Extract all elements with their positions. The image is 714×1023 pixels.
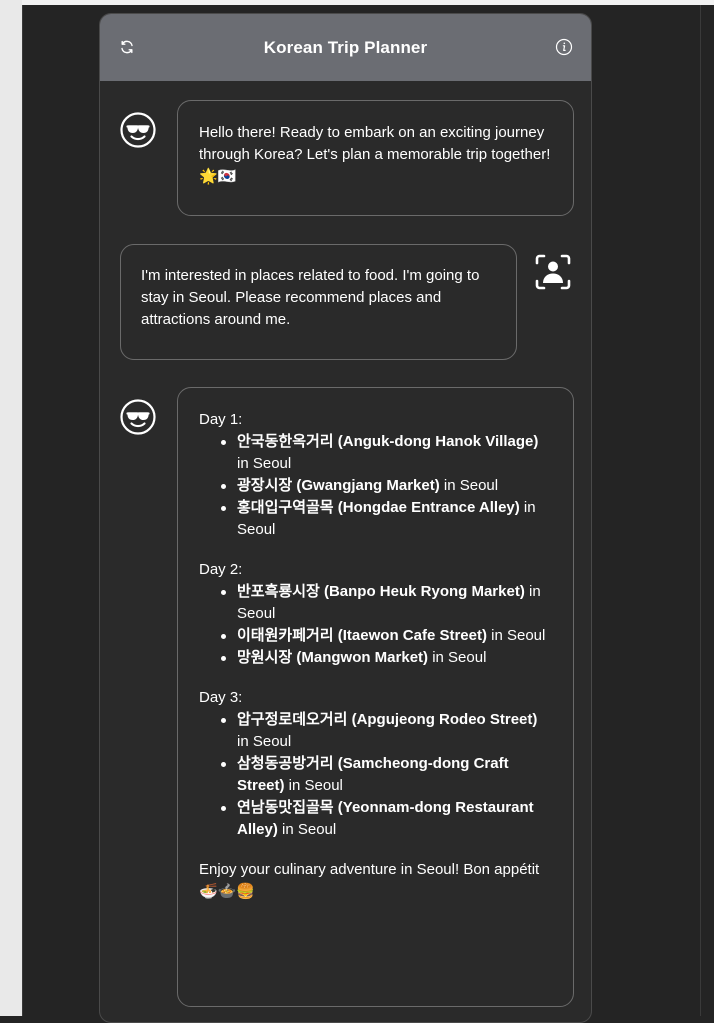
day-block-3: Day 3: 압구정로데오거리 (Apgujeong Rodeo Street)… (199, 687, 553, 841)
place-name: 홍대입구역골목 (Hongdae Entrance Alley) (237, 499, 520, 516)
place-name: 망원시장 (Mangwon Market) (237, 649, 429, 666)
list-item: 광장시장 (Gwangjang Market) in Seoul (221, 475, 553, 497)
info-button[interactable] (552, 35, 576, 59)
place-list: 압구정로데오거리 (Apgujeong Rodeo Street) in Seo… (199, 709, 553, 841)
list-item: 압구정로데오거리 (Apgujeong Rodeo Street) in Seo… (221, 709, 553, 753)
place-location: in Seoul (237, 733, 292, 750)
place-name: 이태원카페거리 (Itaewon Cafe Street) (237, 627, 487, 644)
panel-divider-left (22, 5, 23, 1016)
closing-message: Enjoy your culinary adventure in Seoul! … (199, 861, 540, 900)
chat-header: Korean Trip Planner (100, 14, 591, 81)
user-avatar (533, 252, 573, 292)
day-title: Day 3: (199, 689, 243, 706)
place-location: in Seoul (284, 777, 343, 794)
place-name: 안국동한옥거리 (Anguk-dong Hanok Village) (237, 433, 539, 450)
user-message-bubble: I'm interested in places related to food… (120, 244, 517, 360)
window-left-edge (0, 0, 22, 1016)
list-item: 이태원카페거리 (Itaewon Cafe Street) in Seoul (221, 625, 553, 647)
place-list: 안국동한옥거리 (Anguk-dong Hanok Village) in Se… (199, 431, 553, 541)
day-block-1: Day 1: 안국동한옥거리 (Anguk-dong Hanok Village… (199, 409, 553, 541)
place-name: 압구정로데오거리 (Apgujeong Rodeo Street) (237, 711, 538, 728)
assistant-avatar (118, 397, 158, 437)
message-text: I'm interested in places related to food… (141, 267, 480, 328)
message-text: Hello there! Ready to embark on an excit… (199, 124, 551, 185)
place-location: in Seoul (277, 821, 337, 838)
place-location: in Seoul (486, 627, 546, 644)
list-item: 삼청동공방거리 (Samcheong-dong Craft Street) in… (221, 753, 553, 797)
place-list: 반포흑룡시장 (Banpo Heuk Ryong Market) in Seou… (199, 581, 553, 669)
sunglasses-face-icon (120, 112, 156, 148)
assistant-message-bubble: Hello there! Ready to embark on an excit… (177, 100, 574, 216)
place-location: in Seoul (237, 455, 292, 472)
list-item: 망원시장 (Mangwon Market) in Seoul (221, 647, 553, 669)
panel-divider-right (700, 5, 701, 1016)
place-location: in Seoul (428, 649, 487, 666)
list-item: 반포흑룡시장 (Banpo Heuk Ryong Market) in Seou… (221, 581, 553, 625)
info-icon (555, 38, 573, 56)
chat-window: Korean Trip Planner Hello there! Ready t… (99, 13, 592, 1023)
chat-title: Korean Trip Planner (263, 37, 428, 57)
user-scan-icon (535, 254, 571, 290)
list-item: 홍대입구역골목 (Hongdae Entrance Alley) in Seou… (221, 497, 553, 541)
day-title: Day 1: (199, 411, 243, 428)
refresh-icon (121, 40, 133, 54)
place-name: 광장시장 (Gwangjang Market) (237, 477, 440, 494)
assistant-avatar (118, 110, 158, 150)
list-item: 안국동한옥거리 (Anguk-dong Hanok Village) in Se… (221, 431, 553, 475)
sunglasses-face-icon (120, 399, 156, 435)
window-top-strip (0, 0, 714, 5)
day-block-2: Day 2: 반포흑룡시장 (Banpo Heuk Ryong Market) … (199, 559, 553, 669)
refresh-button[interactable] (115, 35, 139, 59)
place-location: in Seoul (439, 477, 499, 494)
place-name: 반포흑룡시장 (Banpo Heuk Ryong Market) (237, 583, 525, 600)
assistant-itinerary-bubble: Day 1: 안국동한옥거리 (Anguk-dong Hanok Village… (177, 387, 574, 1007)
list-item: 연남동맛집골목 (Yeonnam-dong Restaurant Alley) … (221, 797, 553, 841)
place-name: 삼청동공방거리 (Samcheong-dong Craft Street) (237, 755, 509, 794)
day-title: Day 2: (199, 561, 243, 578)
